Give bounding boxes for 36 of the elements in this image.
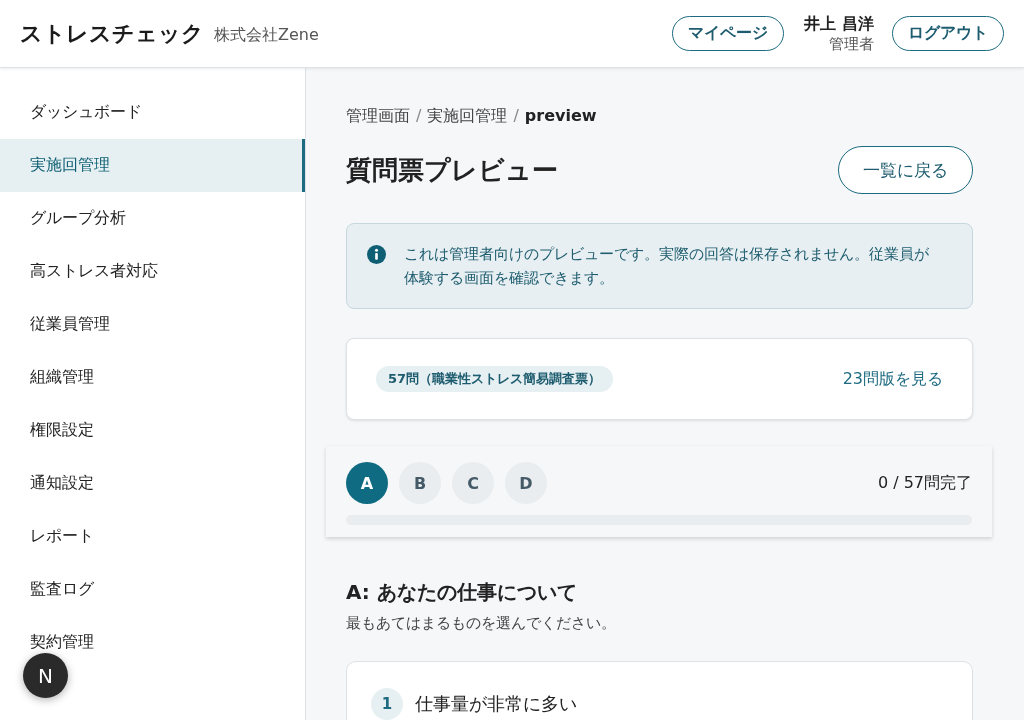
company-name: 株式会社Zene bbox=[214, 25, 319, 46]
user-role: 管理者 bbox=[829, 34, 874, 54]
mypage-button[interactable]: マイページ bbox=[672, 16, 785, 51]
notice-text: これは管理者向けのプレビューです。実際の回答は保存されません。従業員が体験する画面を確認できます。 bbox=[404, 244, 930, 289]
section-tab[interactable]: A bbox=[346, 462, 388, 504]
version-tag: 57問（職業性ストレス簡易調査票） bbox=[376, 366, 614, 392]
sidebar-item[interactable]: 監査ログ bbox=[0, 563, 305, 616]
breadcrumb-item: preview bbox=[524, 106, 597, 127]
question-text: 仕事量が非常に多い bbox=[415, 692, 577, 716]
app-title: ストレスチェック bbox=[20, 19, 204, 48]
section-instruction: 最もあてはまるものを選んでください。 bbox=[346, 614, 617, 633]
info-icon bbox=[367, 245, 386, 264]
sidebar-item[interactable]: 通知設定 bbox=[0, 457, 305, 510]
question-number: 1 bbox=[371, 688, 403, 720]
breadcrumb-item[interactable]: 実施回管理 bbox=[427, 106, 508, 127]
progress-status: 0 / 57問完了 bbox=[877, 472, 972, 494]
breadcrumb-separator: / bbox=[513, 106, 519, 127]
breadcrumb-item[interactable]: 管理画面 bbox=[346, 106, 410, 127]
logout-button[interactable]: ログアウト bbox=[892, 16, 1004, 51]
page-title: 質問票プレビュー bbox=[346, 153, 558, 187]
breadcrumb-separator: / bbox=[416, 106, 422, 127]
sidebar-item[interactable]: レポート bbox=[0, 510, 305, 563]
section-tab[interactable]: B bbox=[399, 462, 441, 504]
sidebar-item[interactable]: 権限設定 bbox=[0, 404, 305, 457]
version-link[interactable]: 23問版を見る bbox=[842, 368, 943, 390]
user-name: 井上 昌洋 bbox=[804, 13, 874, 35]
back-button[interactable]: 一覧に戻る bbox=[838, 146, 973, 194]
section-title: A: あなたの仕事について bbox=[346, 579, 578, 606]
sidebar-item[interactable]: 実施回管理 bbox=[0, 139, 305, 192]
sidebar-item[interactable]: グループ分析 bbox=[0, 192, 305, 245]
sidebar-item[interactable]: 組織管理 bbox=[0, 351, 305, 404]
sidebar-item[interactable]: 高ストレス者対応 bbox=[0, 245, 305, 298]
section-tab[interactable]: D bbox=[505, 462, 547, 504]
sidebar-item[interactable]: 従業員管理 bbox=[0, 298, 305, 351]
section-tab[interactable]: C bbox=[452, 462, 494, 504]
sidebar-item[interactable]: ダッシュボード bbox=[0, 86, 305, 139]
